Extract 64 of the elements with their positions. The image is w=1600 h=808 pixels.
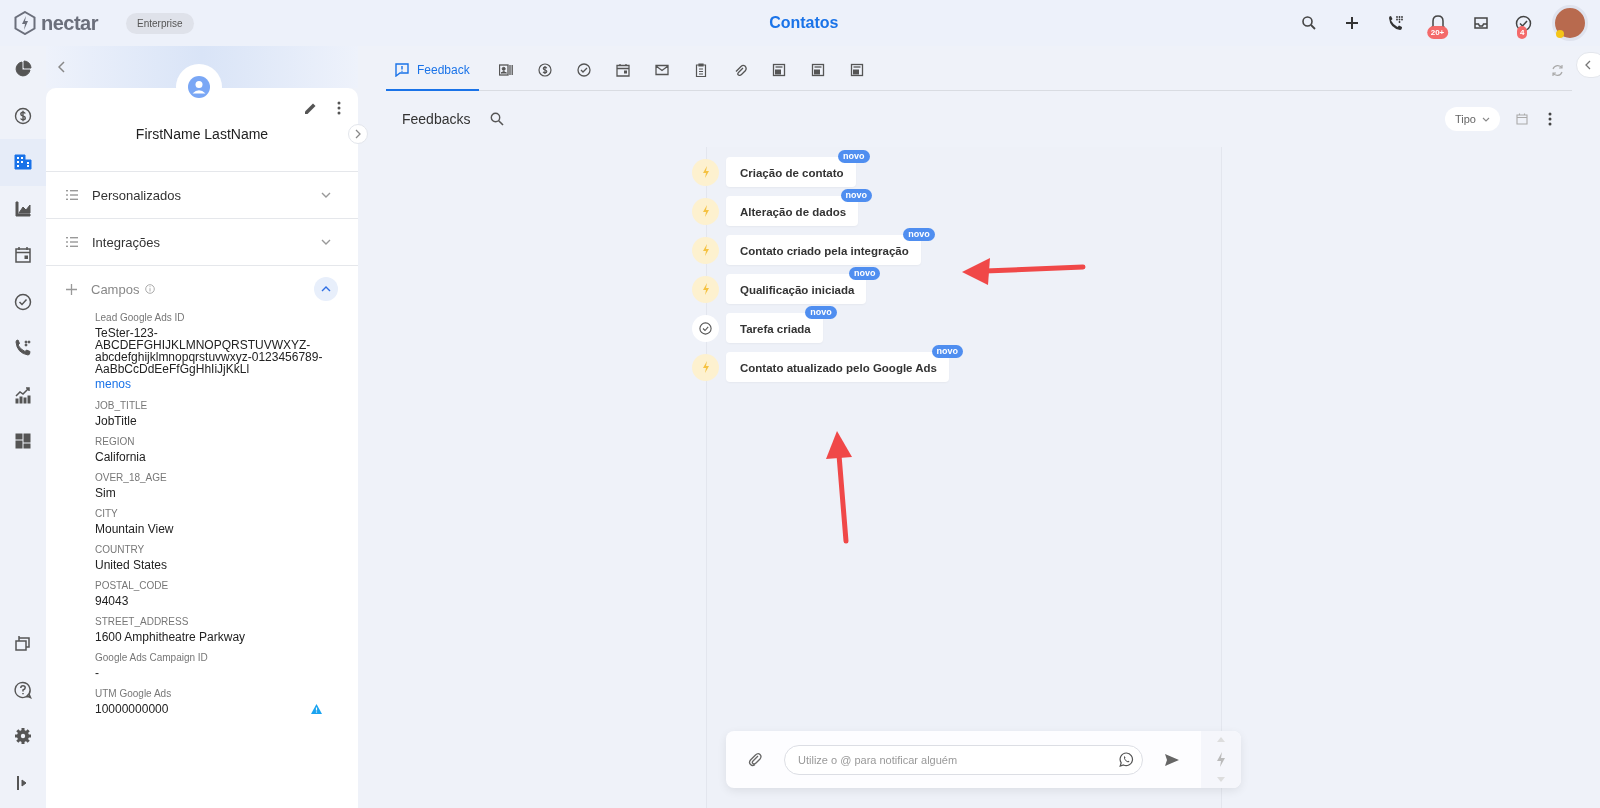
new-badge: novo bbox=[931, 345, 963, 358]
lightning-icon bbox=[701, 244, 710, 256]
page-title: Contatos bbox=[768, 14, 840, 32]
field-value: 1600 Amphitheatre Parkway bbox=[95, 631, 246, 643]
lightning-icon bbox=[701, 205, 710, 217]
field-label: UTM Google Ads bbox=[95, 688, 173, 699]
field-label: REGION bbox=[95, 436, 136, 447]
more-options-icon[interactable] bbox=[337, 101, 341, 115]
field-value: Sim bbox=[95, 487, 116, 499]
field-value: California bbox=[95, 451, 146, 463]
lightning-icon bbox=[701, 283, 710, 295]
field-value: - bbox=[95, 667, 99, 679]
field-value: United States bbox=[95, 559, 168, 571]
chevron-left-icon bbox=[1585, 60, 1591, 70]
contact-name: FirstName LastName bbox=[134, 126, 270, 144]
field-label: STREET_ADDRESS bbox=[95, 616, 190, 627]
new-badge: novo bbox=[840, 189, 873, 202]
field-label: CITY bbox=[95, 508, 119, 519]
type-filter-dropdown[interactable]: Tipo bbox=[1445, 107, 1500, 131]
info-icon bbox=[145, 284, 156, 294]
show-less-link[interactable]: menos bbox=[95, 377, 344, 391]
building-icon[interactable] bbox=[0, 139, 46, 186]
field-label: Google Ads Campaign ID bbox=[95, 652, 209, 663]
field-label: Lead Google Ads ID bbox=[95, 312, 186, 323]
new-badge: novo bbox=[848, 267, 881, 280]
notification-count: 20+ bbox=[1426, 25, 1449, 39]
new-badge: novo bbox=[838, 150, 870, 163]
check-circle-icon bbox=[1515, 14, 1532, 32]
plan-badge: Enterprise bbox=[126, 12, 194, 34]
field-label: JOB_TITLE bbox=[95, 400, 149, 411]
search-icon[interactable] bbox=[490, 112, 505, 126]
field-label: POSTAL_CODE bbox=[95, 580, 170, 591]
new-badge: novo bbox=[903, 228, 935, 241]
caret-icon bbox=[1482, 116, 1490, 122]
field-label: COUNTRY bbox=[95, 544, 146, 555]
section-title: Integrações bbox=[92, 234, 160, 250]
field-value: Mountain View bbox=[95, 523, 174, 535]
lightning-hexagon-logo-icon bbox=[14, 11, 36, 35]
new-badge: novo bbox=[805, 306, 837, 319]
section-title: Feedbacks bbox=[402, 111, 471, 127]
more-options-icon[interactable] bbox=[1548, 112, 1552, 126]
alert-icon bbox=[395, 62, 409, 77]
field-value: TeSter-123-ABCDEFGHIJKLMNOPQRSTUVWXYZ-abcdefghijklmnopqrstuvwxyz-0123456789-AaBbCcDdEeFfGgHhIiJjKkLl bbox=[95, 327, 324, 375]
check-circle-icon bbox=[699, 321, 712, 335]
chevron-right-icon bbox=[355, 129, 361, 139]
section-title: Personalizados bbox=[92, 187, 181, 203]
field-value: 94043 bbox=[95, 595, 129, 607]
field-value: 10000000000 bbox=[95, 703, 169, 715]
list-icon bbox=[66, 190, 78, 200]
field-value: JobTitle bbox=[95, 415, 137, 427]
lightning-icon bbox=[701, 361, 710, 373]
edit-pencil-icon[interactable] bbox=[304, 101, 317, 115]
logo-text: nectar bbox=[41, 11, 99, 35]
user-avatar[interactable] bbox=[1552, 5, 1588, 41]
comment-input[interactable]: Utilize o @ para notificar alguém bbox=[784, 744, 1143, 775]
back-chevron-icon[interactable] bbox=[58, 61, 66, 73]
panel-toggle-button[interactable] bbox=[348, 124, 368, 144]
task-count: 4 bbox=[1517, 25, 1528, 39]
lightning-icon bbox=[701, 166, 710, 178]
list-icon bbox=[66, 237, 78, 247]
whatsapp-icon[interactable] bbox=[1119, 751, 1134, 767]
field-label: OVER_18_AGE bbox=[95, 472, 168, 483]
tab[interactable]: Feedback bbox=[386, 50, 479, 91]
section-title: Campos bbox=[91, 281, 140, 297]
